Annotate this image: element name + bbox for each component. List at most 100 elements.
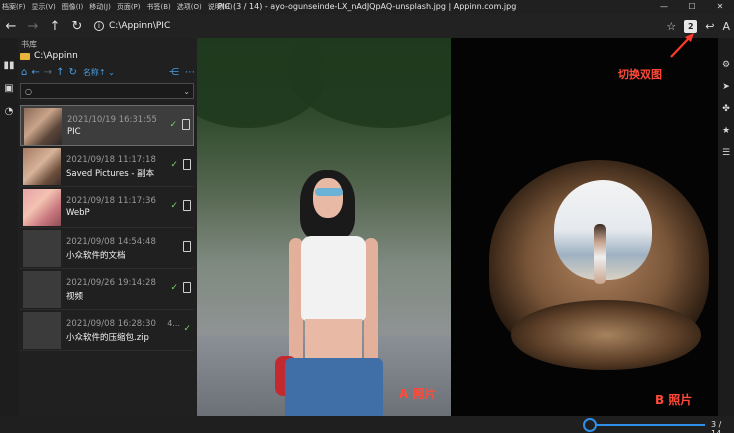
check-icon: ✓ (169, 120, 177, 130)
minimize-button[interactable]: — (650, 0, 678, 14)
image-icon[interactable]: ▣ (4, 83, 13, 94)
adjust-icon[interactable]: ☰ (722, 148, 730, 158)
current-folder: C:\Appinn (20, 51, 78, 61)
path-text[interactable]: C:\Appinn\PIC (109, 21, 170, 31)
item-name: Saved Pictures - 副本 (66, 169, 155, 179)
favorite-icon[interactable]: ★ (722, 126, 730, 136)
item-more-text: 4... (167, 319, 180, 328)
refresh-icon[interactable]: ↻ (69, 67, 77, 78)
check-icon: ✓ (183, 324, 191, 334)
item-date: 2021/09/08 14:54:48 (66, 237, 156, 247)
menu-page[interactable]: 页面(P) (117, 2, 141, 12)
address-bar: ← → ↑ ↻ i C:\Appinn\PIC ☆ 2 ↩ A (0, 14, 734, 38)
item-date: 2021/10/19 16:31:55 (67, 115, 157, 125)
dual-view-annotation: 切换双图 (618, 68, 662, 81)
path-field[interactable]: i C:\Appinn\PIC (94, 21, 170, 31)
menu-bookmark[interactable]: 书签(B) (147, 2, 171, 12)
thumbnail (23, 189, 61, 226)
search-input[interactable] (34, 86, 184, 96)
list-item[interactable]: 2021/09/08 14:54:48 小众软件的文档 (20, 228, 194, 269)
back-button[interactable]: ← (0, 19, 22, 34)
pin-icon[interactable]: ✤ (722, 104, 730, 114)
folder-icon (20, 52, 30, 60)
refresh-button[interactable]: ↻ (66, 19, 88, 34)
item-name: PIC (67, 127, 81, 137)
device-icon (183, 159, 191, 170)
more-icon[interactable]: ⋯ (185, 67, 195, 78)
navigate-icon[interactable]: ➤ (722, 82, 730, 92)
panel-toolbar: ⌂ ← → ↑ ↻ 名称↑ ⌄ ⋲ ⋯ (21, 65, 195, 79)
check-icon: ✓ (170, 283, 178, 293)
check-icon: ✓ (170, 201, 178, 211)
forward-icon[interactable]: → (44, 67, 52, 78)
up-button[interactable]: ↑ (44, 19, 66, 34)
item-name: 小众软件的压缩包.zip (66, 333, 149, 343)
right-toolbar: ⚙ ➤ ✤ ★ ☰ (718, 38, 734, 416)
cave-floor (511, 300, 701, 370)
jeans (285, 358, 383, 416)
settings-icon[interactable]: ⚙ (722, 60, 730, 70)
cave-person (594, 224, 606, 284)
device-icon (183, 282, 191, 293)
library-panel: 书库 C:\Appinn ⌂ ← → ↑ ↻ 名称↑ ⌄ ⋲ ⋯ ○ ⌄ 202… (18, 38, 197, 416)
history-icon[interactable]: ◔ (5, 106, 14, 117)
item-name: 视频 (66, 292, 84, 302)
list-item[interactable]: 2021/09/18 11:17:36 WebP ✓ (20, 187, 194, 228)
return-icon[interactable]: ↩ (705, 20, 714, 33)
forward-button[interactable]: → (22, 19, 44, 34)
close-button[interactable]: ✕ (706, 0, 734, 14)
list-item[interactable]: 2021/09/26 19:14:28 视频 ✓ (20, 269, 194, 310)
item-date: 2021/09/18 11:17:18 (66, 155, 156, 165)
page-slider-thumb[interactable] (583, 418, 597, 432)
item-date: 2021/09/08 16:28:30 (66, 319, 156, 329)
menu-view[interactable]: 显示(V) (32, 2, 56, 12)
folder-list: 2021/10/19 16:31:55 PIC ✓ 2021/09/18 11:… (20, 105, 194, 351)
check-icon: ✓ (170, 160, 178, 170)
thumbnail (23, 230, 61, 267)
font-icon[interactable]: A (722, 20, 730, 33)
device-icon (182, 119, 190, 130)
chevron-down-icon[interactable]: ⌄ (183, 87, 190, 96)
panel-toolbar-right: ⋲ ⋯ (169, 67, 195, 78)
activity-bar: ▮▮ ▣ ◔ (0, 38, 18, 416)
thumbnail (23, 271, 61, 308)
back-icon[interactable]: ← (31, 67, 39, 78)
sunglasses (315, 188, 343, 196)
sort-dropdown[interactable]: 名称↑ ⌄ (83, 67, 115, 78)
menu-move[interactable]: 移动(J) (89, 2, 111, 12)
home-icon[interactable]: ⌂ (21, 67, 27, 78)
thumbnail (24, 108, 62, 145)
title-bar: 档案(F) 显示(V) 图像(I) 移动(J) 页面(P) 书签(B) 选项(O… (0, 0, 734, 14)
photo-b-label: B 照片 (655, 393, 693, 407)
device-icon (183, 241, 191, 252)
menu-file[interactable]: 档案(F) (2, 2, 26, 12)
person-face (313, 178, 343, 218)
page-indicator: 3 / 14 (711, 420, 722, 433)
item-date: 2021/09/18 11:17:36 (66, 196, 156, 206)
library-icon[interactable]: ▮▮ (3, 60, 14, 71)
thumbnail (23, 312, 61, 349)
white-top (301, 236, 366, 321)
menu-image[interactable]: 图像(I) (62, 2, 84, 12)
menu-help[interactable]: 说明(H) (208, 2, 233, 12)
tree-foliage (287, 38, 451, 128)
item-name: WebP (66, 208, 90, 218)
photo-b-view[interactable] (451, 38, 718, 416)
search-box[interactable]: ○ ⌄ (20, 83, 194, 99)
info-icon: i (94, 21, 104, 31)
up-icon[interactable]: ↑ (56, 67, 64, 78)
list-item[interactable]: 2021/10/19 16:31:55 PIC ✓ (20, 105, 194, 146)
current-folder-path: C:\Appinn (34, 51, 78, 61)
maximize-button[interactable]: ☐ (678, 0, 706, 14)
panel-title: 书库 (21, 40, 37, 49)
share-icon[interactable]: ⋲ (169, 67, 179, 78)
list-item[interactable]: 2021/09/18 11:17:18 Saved Pictures - 副本 … (20, 146, 194, 187)
list-item[interactable]: 2021/09/08 16:28:30 小众软件的压缩包.zip 4... ✓ (20, 310, 194, 351)
menu-options[interactable]: 选项(O) (177, 2, 202, 12)
photo-a-view[interactable]: A 照片 (197, 38, 451, 416)
search-icon: ○ (25, 86, 32, 96)
page-slider-track[interactable] (590, 424, 705, 426)
photo-a-label: A 照片 (399, 387, 437, 401)
status-bar: 3 / 14 (0, 416, 734, 433)
window-controls: — ☐ ✕ (650, 0, 734, 14)
